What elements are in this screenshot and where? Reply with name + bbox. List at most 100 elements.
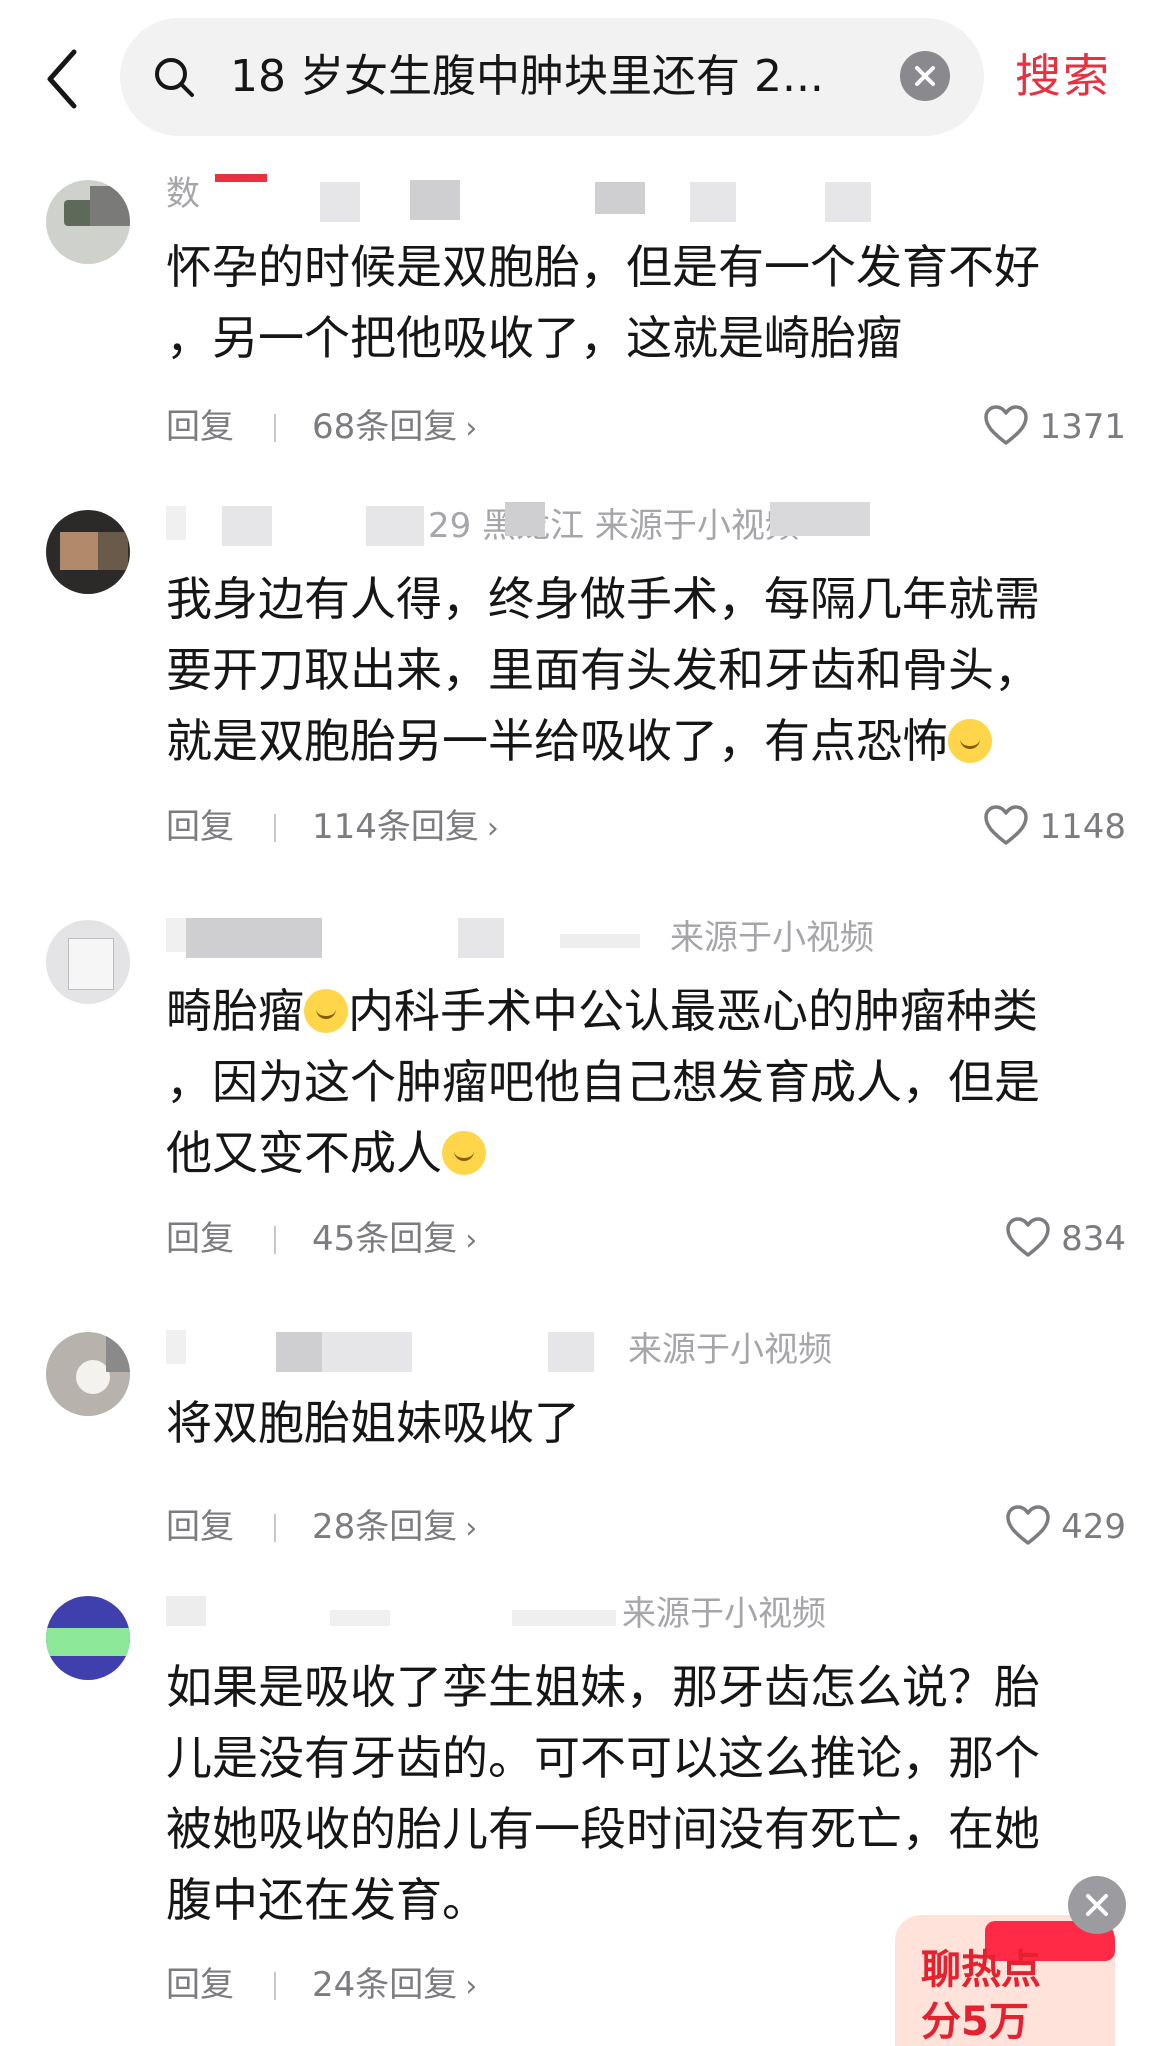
comment-line: 就是双胞胎另一半给吸收了，有点恐怖 <box>166 714 948 768</box>
comment-line: 要开刀取出来，里面有头发和牙齿和骨头， <box>166 643 1040 697</box>
comment-text: 将双胞胎姐妹吸收了 <box>166 1388 1126 1459</box>
blurred-username-mask <box>215 174 267 182</box>
blurred-username-mask <box>770 502 870 536</box>
hot-topic-floating-badge[interactable]: 聊热点 分5万 <box>895 1915 1115 2046</box>
comment-username[interactable]: 来源于小视频 <box>166 1326 832 1374</box>
chevron-right-icon: › <box>465 1511 478 1546</box>
blurred-username-mask <box>276 1332 322 1372</box>
heart-icon <box>1006 1217 1050 1257</box>
blurred-username-mask <box>548 1332 594 1372</box>
heart-icon <box>1006 1505 1050 1545</box>
blurred-username-mask <box>222 506 272 546</box>
username-text: 数 <box>166 174 200 214</box>
comment-line: 他又变不成人 <box>166 1126 442 1180</box>
comment-line: ，因为这个肿瘤吧他自己想发育成人，但是 <box>166 1055 1040 1109</box>
reply-button[interactable]: 回复 <box>166 1214 234 1264</box>
like-button[interactable]: 429 <box>1005 1502 1126 1552</box>
pleading-face-icon <box>442 1131 486 1175</box>
avatar[interactable] <box>46 1596 130 1680</box>
blurred-username-mask <box>458 918 504 958</box>
reply-button[interactable]: 回复 <box>166 402 234 452</box>
comment-actions: 回复 68条回复 › 1371 <box>166 402 1126 452</box>
search-button[interactable]: 搜索 <box>1015 46 1111 106</box>
comment-actions: 回复 28条回复 › 429 <box>166 1502 1126 1552</box>
chevron-right-icon: › <box>465 1969 478 2004</box>
divider <box>274 1514 276 1542</box>
view-replies-link[interactable]: 68条回复 › <box>312 402 477 454</box>
comment-line: 怀孕的时候是双胞胎，但是有一个发育不好 <box>166 240 1040 294</box>
divider <box>274 1972 276 2000</box>
view-replies-link[interactable]: 24条回复 › <box>312 1960 477 2012</box>
blurred-username-mask <box>166 1596 206 1626</box>
reply-button[interactable]: 回复 <box>166 1502 234 1552</box>
username-text: 来源于小视频 <box>622 1594 826 1634</box>
comment-line: 被她吸收的胎儿有一段时间没有死亡，在她 <box>166 1802 1040 1856</box>
view-replies-link[interactable]: 45条回复 › <box>312 1214 477 1266</box>
comment-text: 怀孕的时候是双胞胎，但是有一个发育不好 ，另一个把他吸收了，这就是崎胎瘤 <box>166 232 1126 374</box>
comment-line: ，另一个把他吸收了，这就是崎胎瘤 <box>166 311 902 365</box>
clear-search-button[interactable] <box>900 51 950 101</box>
comment-username[interactable]: 来源于小视频 <box>166 1590 826 1638</box>
comment-item: 29 黑龙江 来源于小视频 我身边有人得，终身做手术，每隔几年就需 要开刀取出来… <box>0 502 1170 882</box>
blurred-username-mask <box>166 1330 186 1364</box>
username-text: 29 黑龙江 来源于小视频 <box>428 506 799 546</box>
search-header: 18 岁女生腹中肿块里还有 2... 搜索 <box>0 0 1170 150</box>
reply-count: 68条回复 <box>312 407 458 447</box>
like-count: 429 <box>1061 1507 1126 1547</box>
blurred-username-mask <box>320 182 360 222</box>
avatar[interactable] <box>46 180 130 264</box>
search-query-text: 18 岁女生腹中肿块里还有 2... <box>230 51 824 102</box>
comment-actions: 回复 45条回复 › 834 <box>166 1214 1126 1264</box>
blurred-username-mask <box>560 934 640 948</box>
comment-line: 将双胞胎姐妹吸收了 <box>166 1396 580 1450</box>
comment-item: 来源于小视频 将双胞胎姐妹吸收了 回复 28条回复 › 429 <box>0 1326 1170 1566</box>
like-count: 1371 <box>1039 407 1126 447</box>
comment-line: 如果是吸收了孪生姐妹，那牙齿怎么说？胎 <box>166 1660 1040 1714</box>
reply-button[interactable]: 回复 <box>166 1960 234 2010</box>
blurred-username-mask <box>366 506 424 546</box>
search-icon <box>155 58 194 97</box>
like-count: 834 <box>1061 1219 1126 1259</box>
badge-subtitle: 分5万 <box>921 1999 1029 2045</box>
divider <box>274 1226 276 1254</box>
reply-count: 24条回复 <box>312 1965 458 2005</box>
chevron-right-icon: › <box>486 811 499 846</box>
back-button[interactable] <box>40 46 90 112</box>
search-input[interactable]: 18 岁女生腹中肿块里还有 2... <box>120 18 984 136</box>
comment-line: 我身边有人得，终身做手术，每隔几年就需 <box>166 572 1040 626</box>
comment-text: 如果是吸收了孪生姐妹，那牙齿怎么说？胎 儿是没有牙齿的。可不可以这么推论，那个 … <box>166 1652 1126 1936</box>
heart-icon <box>984 805 1029 845</box>
blurred-username-mask <box>595 182 645 214</box>
like-button[interactable]: 1371 <box>983 402 1126 452</box>
blurred-username-mask <box>690 182 736 222</box>
chevron-right-icon: › <box>465 1223 478 1258</box>
close-badge-button[interactable] <box>1068 1876 1126 1934</box>
chevron-right-icon: › <box>465 411 478 446</box>
reply-count: 114条回复 <box>312 807 479 847</box>
blurred-username-mask <box>186 918 322 958</box>
blurred-username-mask <box>512 1610 616 1626</box>
blurred-username-mask <box>166 506 186 540</box>
username-text: 来源于小视频 <box>628 1330 832 1370</box>
comment-text: 畸胎瘤 内科手术中公认最恶心的肿瘤种类 ，因为这个肿瘤吧他自己想发育成人，但是 他… <box>166 976 1126 1189</box>
heart-icon <box>984 405 1029 445</box>
like-button[interactable]: 834 <box>1005 1214 1126 1264</box>
badge-title: 聊热点 <box>921 1947 1041 1993</box>
avatar[interactable] <box>46 920 130 1004</box>
blurred-username-mask <box>330 1610 390 1626</box>
close-icon <box>1086 1894 1108 1916</box>
comment-username[interactable]: 数 <box>166 170 200 218</box>
like-button[interactable]: 1148 <box>983 802 1126 852</box>
blurred-username-mask <box>410 180 460 220</box>
view-replies-link[interactable]: 114条回复 › <box>312 802 499 854</box>
comment-actions: 回复 114条回复 › 1148 <box>166 802 1126 852</box>
reply-button[interactable]: 回复 <box>166 802 234 852</box>
avatar[interactable] <box>46 1332 130 1416</box>
comment-line: 内科手术中公认最恶心的肿瘤种类 <box>348 984 1038 1038</box>
blurred-username-mask <box>505 502 545 536</box>
view-replies-link[interactable]: 28条回复 › <box>312 1502 477 1554</box>
like-count: 1148 <box>1039 807 1126 847</box>
avatar[interactable] <box>46 510 130 594</box>
comment-line: 畸胎瘤 <box>166 984 304 1038</box>
pleading-face-icon <box>304 989 348 1033</box>
